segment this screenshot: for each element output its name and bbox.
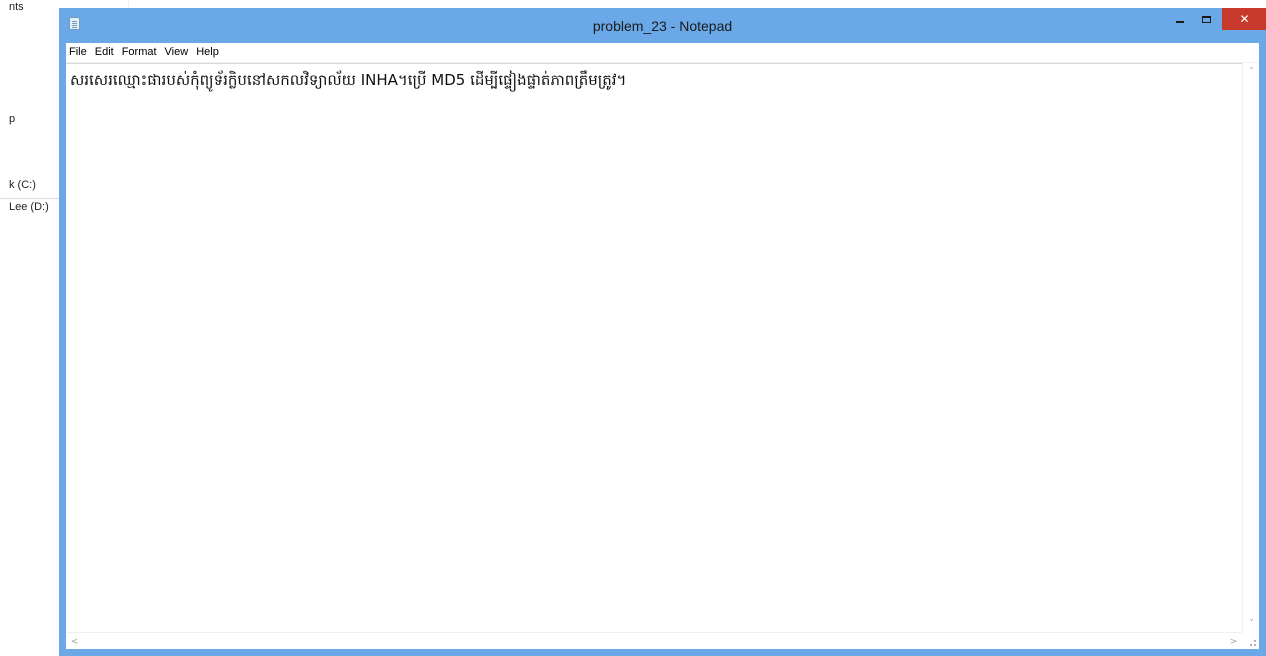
maximize-button[interactable] <box>1193 8 1220 30</box>
resize-grip-icon[interactable] <box>1242 632 1259 649</box>
scroll-right-arrow-icon[interactable]: > <box>1225 633 1242 650</box>
window-title: problem_23 - Notepad <box>592 18 733 34</box>
horizontal-scrollbar[interactable]: < > <box>66 632 1242 649</box>
scroll-left-arrow-icon[interactable]: < <box>66 633 83 650</box>
vertical-scrollbar[interactable]: ˄ ˅ <box>1242 63 1259 632</box>
menu-edit[interactable]: Edit <box>91 43 118 62</box>
text-editor[interactable]: សរសេរឈ្មោះផារបស់កុំព្យូទ័រក្លិបនៅសកលវិទ្… <box>66 63 1242 632</box>
menu-file[interactable]: File <box>66 43 91 62</box>
editor-content[interactable]: សរសេរឈ្មោះផារបស់កុំព្យូទ័រក្លិបនៅសកលវិទ្… <box>70 71 626 93</box>
menu-help[interactable]: Help <box>192 43 223 62</box>
scroll-up-arrow-icon[interactable]: ˄ <box>1243 63 1260 80</box>
menu-bar: File Edit Format View Help <box>66 43 1259 63</box>
nav-item-local-disk-c[interactable]: k (C:) <box>9 179 36 191</box>
scroll-down-arrow-icon[interactable]: ˅ <box>1243 615 1260 632</box>
nav-item-documents[interactable]: nts <box>9 1 24 13</box>
nav-item-drive-d[interactable]: Lee (D:) <box>9 201 49 213</box>
nav-divider <box>0 198 60 199</box>
title-bar[interactable]: problem_23 - Notepad ✕ <box>59 8 1266 43</box>
nav-item-desktop[interactable]: p <box>9 113 15 125</box>
menu-format[interactable]: Format <box>118 43 161 62</box>
desktop: nts p k (C:) Lee (D:) problem_23 - Notep… <box>0 0 1266 656</box>
menu-view[interactable]: View <box>161 43 193 62</box>
minimize-icon <box>1175 21 1184 23</box>
close-icon: ✕ <box>1239 12 1250 26</box>
minimize-button[interactable] <box>1166 8 1193 30</box>
maximize-icon <box>1202 15 1211 23</box>
close-button[interactable]: ✕ <box>1222 8 1266 30</box>
notepad-window: problem_23 - Notepad ✕ File Edit Format … <box>59 8 1266 656</box>
notepad-client-area: File Edit Format View Help សរសេរឈ្មោះផារ… <box>66 43 1259 649</box>
